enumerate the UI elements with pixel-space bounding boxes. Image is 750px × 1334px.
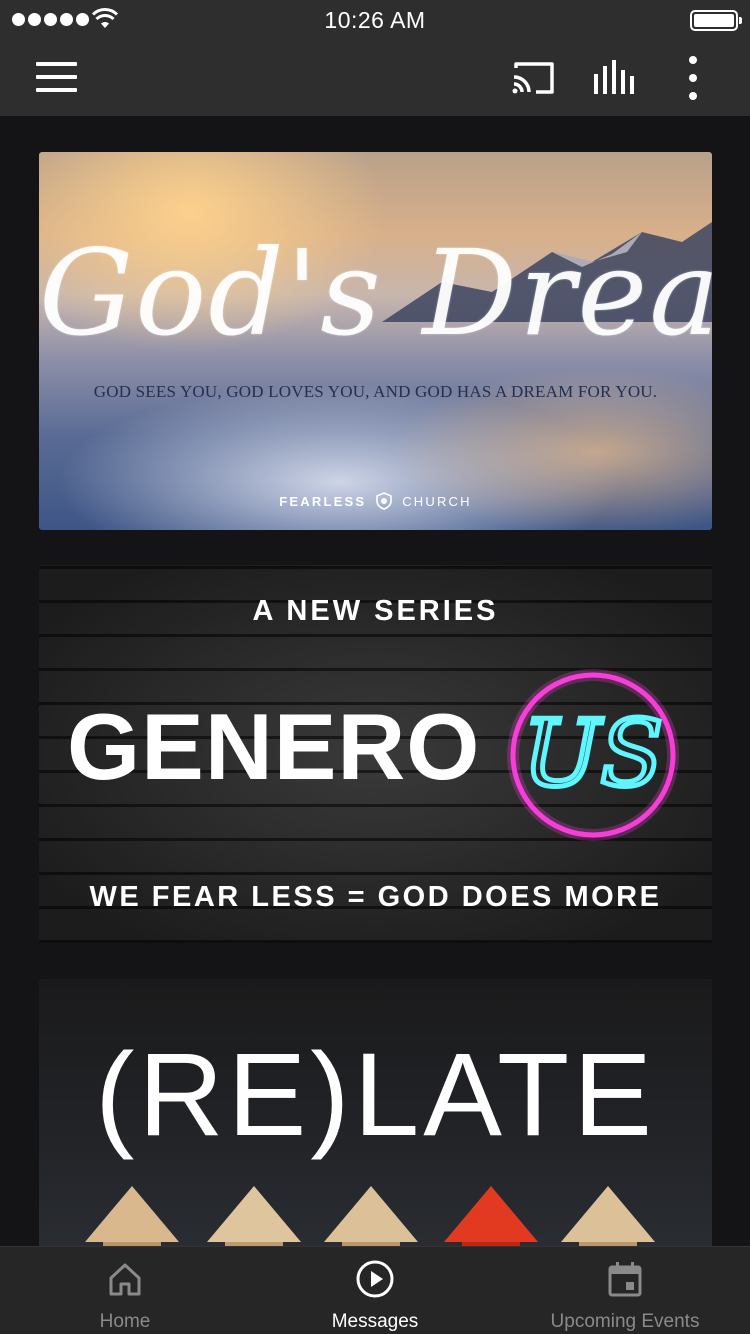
- status-time: 10:26 AM: [324, 7, 426, 33]
- calendar-icon: [608, 1262, 642, 1297]
- vertical-dots-icon[interactable]: [684, 56, 702, 100]
- wood-block-3: [324, 1186, 418, 1246]
- tab-label: Messages: [331, 1311, 419, 1332]
- equalizer-icon[interactable]: [592, 60, 636, 96]
- series-kicker: A NEW SERIES: [252, 595, 499, 627]
- series-title: (RE)LATE: [95, 1029, 656, 1161]
- wood-block-5: [561, 1186, 655, 1246]
- cast-icon[interactable]: [512, 60, 556, 96]
- series-tagline: WE FEAR LESS = GOD DOES MORE: [89, 881, 662, 913]
- bottom-tab-bar: Home Messages Upcoming Events: [0, 1246, 750, 1334]
- play-circle-icon: [356, 1260, 394, 1298]
- shield-icon: [376, 492, 393, 510]
- messages-list: God's Dream GOD SEES YOU, GOD LOVES YOU,…: [0, 116, 750, 1246]
- red-block: [444, 1186, 538, 1246]
- series-title-neon: US: [523, 700, 664, 807]
- series-card-gods-dream[interactable]: God's Dream GOD SEES YOU, GOD LOVES YOU,…: [39, 152, 712, 530]
- brand-left: FEARLESS: [279, 493, 367, 509]
- series-title: God's Dream: [39, 224, 712, 362]
- series-card-generous[interactable]: A NEW SERIES GENERO US WE FEAR LESS = GO…: [39, 565, 712, 943]
- tab-label: Upcoming Events: [550, 1311, 700, 1332]
- wood-block-1: [85, 1186, 179, 1246]
- tab-upcoming-events[interactable]: Upcoming Events: [500, 1247, 750, 1334]
- hamburger-menu-icon[interactable]: [36, 62, 77, 92]
- brand-right: CHURCH: [402, 493, 472, 509]
- series-subtitle: GOD SEES YOU, GOD LOVES YOU, AND GOD HAS…: [93, 382, 658, 401]
- tab-messages[interactable]: Messages: [250, 1247, 500, 1334]
- app-toolbar: [0, 40, 750, 116]
- tab-home[interactable]: Home: [0, 1247, 250, 1334]
- series-title-main: GENERO: [67, 694, 481, 799]
- status-bar: 10:26 AM: [0, 0, 750, 40]
- series-card-relate[interactable]: (RE)LATE: [39, 979, 712, 1246]
- wood-block-2: [207, 1186, 301, 1246]
- battery-icon: [690, 10, 742, 31]
- home-icon: [109, 1263, 141, 1296]
- tab-label: Home: [99, 1311, 151, 1332]
- church-brand: FEARLESS CHURCH: [39, 492, 712, 510]
- neon-us-sign: US: [507, 669, 679, 841]
